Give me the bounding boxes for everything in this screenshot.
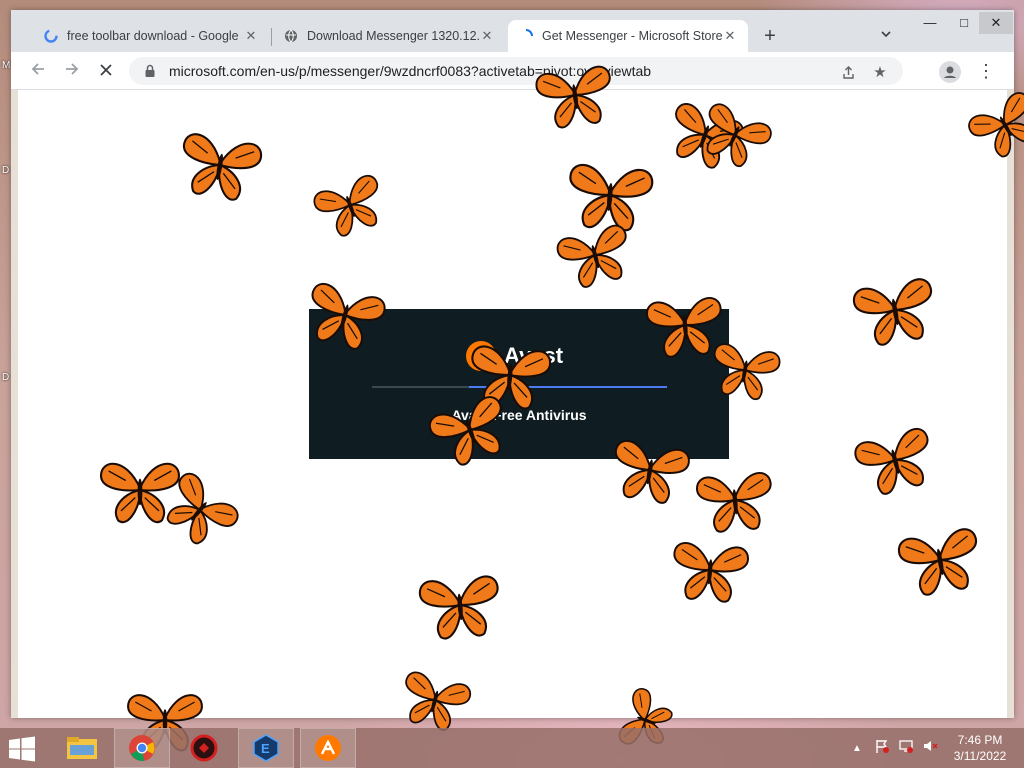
- butterfly-overlay-image: [535, 65, 611, 129]
- desktop-icon-label[interactable]: D: [2, 372, 9, 383]
- back-button[interactable]: [27, 60, 49, 82]
- tab-strip: free toolbar download - Google S ✕ Downl…: [11, 10, 1014, 52]
- forward-button[interactable]: [61, 60, 83, 82]
- taskbar: E ▲ 7:46 PM 3/11/2022: [0, 728, 1024, 768]
- chrome-icon[interactable]: [114, 728, 170, 768]
- taskbar-clock[interactable]: 7:46 PM 3/11/2022: [944, 732, 1016, 764]
- menu-icon[interactable]: ⋮: [977, 61, 995, 83]
- blue-e-app-icon[interactable]: E: [238, 728, 294, 768]
- close-icon[interactable]: ✕: [243, 28, 259, 44]
- loading-spinner-icon: [518, 28, 534, 44]
- google-g-icon: [43, 28, 59, 44]
- action-center-flag-icon[interactable]: [874, 738, 890, 759]
- file-explorer-icon[interactable]: [54, 728, 110, 768]
- butterfly-overlay-image: [852, 278, 932, 346]
- butterfly-overlay-image: [695, 472, 772, 533]
- butterfly-overlay-image: [897, 528, 977, 596]
- show-hidden-icons-icon[interactable]: ▲: [852, 743, 862, 754]
- clock-time: 7:46 PM: [957, 733, 1003, 747]
- butterfly-overlay-image: [183, 133, 263, 201]
- volume-muted-icon[interactable]: [922, 738, 938, 759]
- tab-separator: [271, 28, 272, 46]
- tab-google-search[interactable]: free toolbar download - Google S ✕: [33, 20, 269, 52]
- close-icon[interactable]: ✕: [479, 28, 495, 44]
- butterfly-overlay-image: [418, 575, 499, 640]
- desktop-icon-label[interactable]: M: [2, 60, 10, 71]
- tab-title: Get Messenger - Microsoft Store: [542, 29, 722, 43]
- stop-loading-button[interactable]: [95, 60, 117, 82]
- butterfly-overlay-image: [673, 542, 750, 603]
- butterfly-overlay-image: [615, 440, 690, 504]
- clock-date: 3/11/2022: [953, 749, 1007, 763]
- lock-icon[interactable]: [143, 64, 157, 78]
- minimize-button[interactable]: —: [913, 12, 947, 34]
- new-tab-button[interactable]: +: [759, 26, 781, 48]
- butterfly-overlay-image: [713, 343, 781, 401]
- bookmark-star-icon[interactable]: ★: [871, 63, 889, 81]
- tab-title: Download Messenger 1320.12.11: [307, 29, 479, 43]
- avast-icon[interactable]: [300, 728, 356, 768]
- profile-avatar[interactable]: [939, 61, 961, 83]
- tab-microsoft-store[interactable]: Get Messenger - Microsoft Store ✕: [508, 20, 748, 52]
- browser-toolbar: microsoft.com/en-us/p/messenger/9wzdncrf…: [11, 52, 1014, 90]
- tab-title: free toolbar download - Google S: [67, 29, 243, 43]
- close-icon[interactable]: ✕: [722, 28, 738, 44]
- globe-icon: [283, 28, 299, 44]
- desktop-icon-label[interactable]: D: [2, 165, 9, 176]
- maximize-button[interactable]: □: [947, 12, 981, 34]
- system-tray: ▲: [852, 728, 938, 768]
- tab-search-icon[interactable]: [877, 28, 895, 46]
- tab-download-messenger[interactable]: Download Messenger 1320.12.11 ✕: [273, 20, 505, 52]
- red-app-icon[interactable]: [176, 728, 232, 768]
- share-icon[interactable]: [839, 63, 857, 81]
- close-window-button[interactable]: ✕: [979, 12, 1013, 34]
- svg-text:E: E: [261, 741, 270, 756]
- windows-start-icon[interactable]: [8, 736, 36, 762]
- network-icon[interactable]: [898, 738, 914, 759]
- address-bar[interactable]: microsoft.com/en-us/p/messenger/9wzdncrf…: [129, 57, 903, 85]
